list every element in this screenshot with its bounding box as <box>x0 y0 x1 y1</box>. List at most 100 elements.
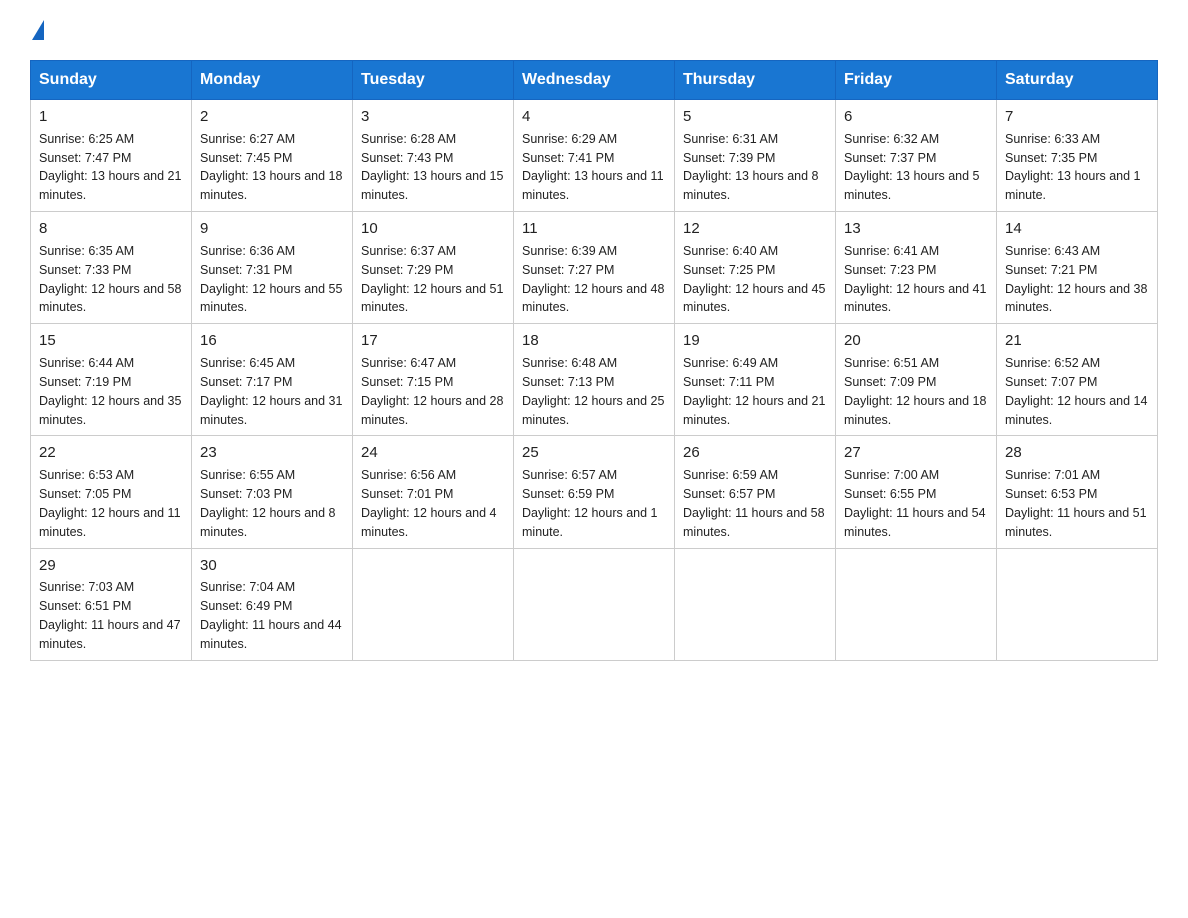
week-row-5: 29 Sunrise: 7:03 AMSunset: 6:51 PMDayligh… <box>31 548 1158 660</box>
day-number: 19 <box>683 330 827 352</box>
week-row-2: 8 Sunrise: 6:35 AMSunset: 7:33 PMDaylight… <box>31 212 1158 324</box>
day-number: 2 <box>200 106 344 128</box>
calendar-cell: 21 Sunrise: 6:52 AMSunset: 7:07 PMDayligh… <box>997 324 1158 436</box>
col-header-thursday: Thursday <box>675 61 836 100</box>
calendar-cell: 26 Sunrise: 6:59 AMSunset: 6:57 PMDayligh… <box>675 436 836 548</box>
calendar-cell: 9Sunrise: 6:36 AMSunset: 7:31 PMDaylight… <box>192 212 353 324</box>
day-number: 4 <box>522 106 666 128</box>
sun-info: Sunrise: 6:39 AMSunset: 7:27 PMDaylight:… <box>522 244 664 315</box>
sun-info: Sunrise: 6:47 AMSunset: 7:15 PMDaylight:… <box>361 356 503 427</box>
calendar-cell: 7 Sunrise: 6:33 AMSunset: 7:35 PMDaylight… <box>997 100 1158 212</box>
sun-info: Sunrise: 6:52 AMSunset: 7:07 PMDaylight:… <box>1005 356 1147 427</box>
calendar-cell: 16 Sunrise: 6:45 AMSunset: 7:17 PMDayligh… <box>192 324 353 436</box>
col-header-wednesday: Wednesday <box>514 61 675 100</box>
sun-info: Sunrise: 6:57 AMSunset: 6:59 PMDaylight:… <box>522 468 658 539</box>
calendar-cell: 2 Sunrise: 6:27 AMSunset: 7:45 PMDaylight… <box>192 100 353 212</box>
calendar-cell: 29 Sunrise: 7:03 AMSunset: 6:51 PMDayligh… <box>31 548 192 660</box>
calendar-cell: 17 Sunrise: 6:47 AMSunset: 7:15 PMDayligh… <box>353 324 514 436</box>
sun-info: Sunrise: 7:03 AMSunset: 6:51 PMDaylight:… <box>39 580 181 651</box>
day-number: 3 <box>361 106 505 128</box>
calendar-cell: 19Sunrise: 6:49 AMSunset: 7:11 PMDayligh… <box>675 324 836 436</box>
sun-info: Sunrise: 6:56 AMSunset: 7:01 PMDaylight:… <box>361 468 497 539</box>
day-number: 23 <box>200 442 344 464</box>
week-row-1: 1 Sunrise: 6:25 AMSunset: 7:47 PMDaylight… <box>31 100 1158 212</box>
calendar-cell: 22 Sunrise: 6:53 AMSunset: 7:05 PMDayligh… <box>31 436 192 548</box>
calendar-cell: 18 Sunrise: 6:48 AMSunset: 7:13 PMDayligh… <box>514 324 675 436</box>
day-number: 17 <box>361 330 505 352</box>
page-header <box>30 20 1158 40</box>
day-number: 25 <box>522 442 666 464</box>
day-number: 13 <box>844 218 988 240</box>
day-number: 30 <box>200 555 344 577</box>
day-number: 18 <box>522 330 666 352</box>
sun-info: Sunrise: 6:29 AMSunset: 7:41 PMDaylight:… <box>522 132 664 203</box>
sun-info: Sunrise: 7:00 AMSunset: 6:55 PMDaylight:… <box>844 468 986 539</box>
col-header-sunday: Sunday <box>31 61 192 100</box>
calendar-cell <box>836 548 997 660</box>
col-header-monday: Monday <box>192 61 353 100</box>
day-number: 6 <box>844 106 988 128</box>
calendar-cell: 25 Sunrise: 6:57 AMSunset: 6:59 PMDayligh… <box>514 436 675 548</box>
calendar-cell: 20Sunrise: 6:51 AMSunset: 7:09 PMDayligh… <box>836 324 997 436</box>
sun-info: Sunrise: 6:55 AMSunset: 7:03 PMDaylight:… <box>200 468 336 539</box>
day-number: 12 <box>683 218 827 240</box>
sun-info: Sunrise: 6:44 AMSunset: 7:19 PMDaylight:… <box>39 356 181 427</box>
sun-info: Sunrise: 6:59 AMSunset: 6:57 PMDaylight:… <box>683 468 825 539</box>
week-row-3: 15 Sunrise: 6:44 AMSunset: 7:19 PMDayligh… <box>31 324 1158 436</box>
sun-info: Sunrise: 6:41 AMSunset: 7:23 PMDaylight:… <box>844 244 986 315</box>
calendar-cell <box>514 548 675 660</box>
calendar-cell: 11 Sunrise: 6:39 AMSunset: 7:27 PMDayligh… <box>514 212 675 324</box>
day-number: 21 <box>1005 330 1149 352</box>
sun-info: Sunrise: 6:40 AMSunset: 7:25 PMDaylight:… <box>683 244 825 315</box>
sun-info: Sunrise: 6:36 AMSunset: 7:31 PMDaylight:… <box>200 244 342 315</box>
sun-info: Sunrise: 6:53 AMSunset: 7:05 PMDaylight:… <box>39 468 181 539</box>
col-header-saturday: Saturday <box>997 61 1158 100</box>
sun-info: Sunrise: 6:27 AMSunset: 7:45 PMDaylight:… <box>200 132 342 203</box>
day-number: 14 <box>1005 218 1149 240</box>
calendar-cell: 1 Sunrise: 6:25 AMSunset: 7:47 PMDaylight… <box>31 100 192 212</box>
day-number: 27 <box>844 442 988 464</box>
sun-info: Sunrise: 6:45 AMSunset: 7:17 PMDaylight:… <box>200 356 342 427</box>
day-number: 8 <box>39 218 183 240</box>
day-number: 29 <box>39 555 183 577</box>
sun-info: Sunrise: 6:28 AMSunset: 7:43 PMDaylight:… <box>361 132 503 203</box>
calendar-cell: 4 Sunrise: 6:29 AMSunset: 7:41 PMDaylight… <box>514 100 675 212</box>
calendar-cell <box>675 548 836 660</box>
day-number: 11 <box>522 218 666 240</box>
sun-info: Sunrise: 6:31 AMSunset: 7:39 PMDaylight:… <box>683 132 819 203</box>
sun-info: Sunrise: 7:01 AMSunset: 6:53 PMDaylight:… <box>1005 468 1147 539</box>
calendar-cell: 3 Sunrise: 6:28 AMSunset: 7:43 PMDaylight… <box>353 100 514 212</box>
sun-info: Sunrise: 7:04 AMSunset: 6:49 PMDaylight:… <box>200 580 342 651</box>
col-header-tuesday: Tuesday <box>353 61 514 100</box>
day-number: 22 <box>39 442 183 464</box>
sun-info: Sunrise: 6:35 AMSunset: 7:33 PMDaylight:… <box>39 244 181 315</box>
calendar-cell: 15 Sunrise: 6:44 AMSunset: 7:19 PMDayligh… <box>31 324 192 436</box>
sun-info: Sunrise: 6:37 AMSunset: 7:29 PMDaylight:… <box>361 244 503 315</box>
calendar-cell: 14 Sunrise: 6:43 AMSunset: 7:21 PMDayligh… <box>997 212 1158 324</box>
sun-info: Sunrise: 6:48 AMSunset: 7:13 PMDaylight:… <box>522 356 664 427</box>
day-number: 16 <box>200 330 344 352</box>
calendar-cell: 13 Sunrise: 6:41 AMSunset: 7:23 PMDayligh… <box>836 212 997 324</box>
day-number: 26 <box>683 442 827 464</box>
sun-info: Sunrise: 6:43 AMSunset: 7:21 PMDaylight:… <box>1005 244 1147 315</box>
col-header-friday: Friday <box>836 61 997 100</box>
calendar-table: SundayMondayTuesdayWednesdayThursdayFrid… <box>30 60 1158 661</box>
calendar-cell: 12 Sunrise: 6:40 AMSunset: 7:25 PMDayligh… <box>675 212 836 324</box>
calendar-cell: 28Sunrise: 7:01 AMSunset: 6:53 PMDayligh… <box>997 436 1158 548</box>
calendar-cell: 8 Sunrise: 6:35 AMSunset: 7:33 PMDaylight… <box>31 212 192 324</box>
logo-text <box>30 20 46 40</box>
day-number: 15 <box>39 330 183 352</box>
day-number: 7 <box>1005 106 1149 128</box>
sun-info: Sunrise: 6:33 AMSunset: 7:35 PMDaylight:… <box>1005 132 1141 203</box>
day-number: 20 <box>844 330 988 352</box>
sun-info: Sunrise: 6:25 AMSunset: 7:47 PMDaylight:… <box>39 132 181 203</box>
calendar-cell <box>997 548 1158 660</box>
calendar-cell <box>353 548 514 660</box>
day-number: 1 <box>39 106 183 128</box>
calendar-header-row: SundayMondayTuesdayWednesdayThursdayFrid… <box>31 61 1158 100</box>
day-number: 24 <box>361 442 505 464</box>
logo-triangle-icon <box>32 20 44 40</box>
logo-icon <box>30 20 46 40</box>
day-number: 5 <box>683 106 827 128</box>
calendar-cell: 27 Sunrise: 7:00 AMSunset: 6:55 PMDayligh… <box>836 436 997 548</box>
